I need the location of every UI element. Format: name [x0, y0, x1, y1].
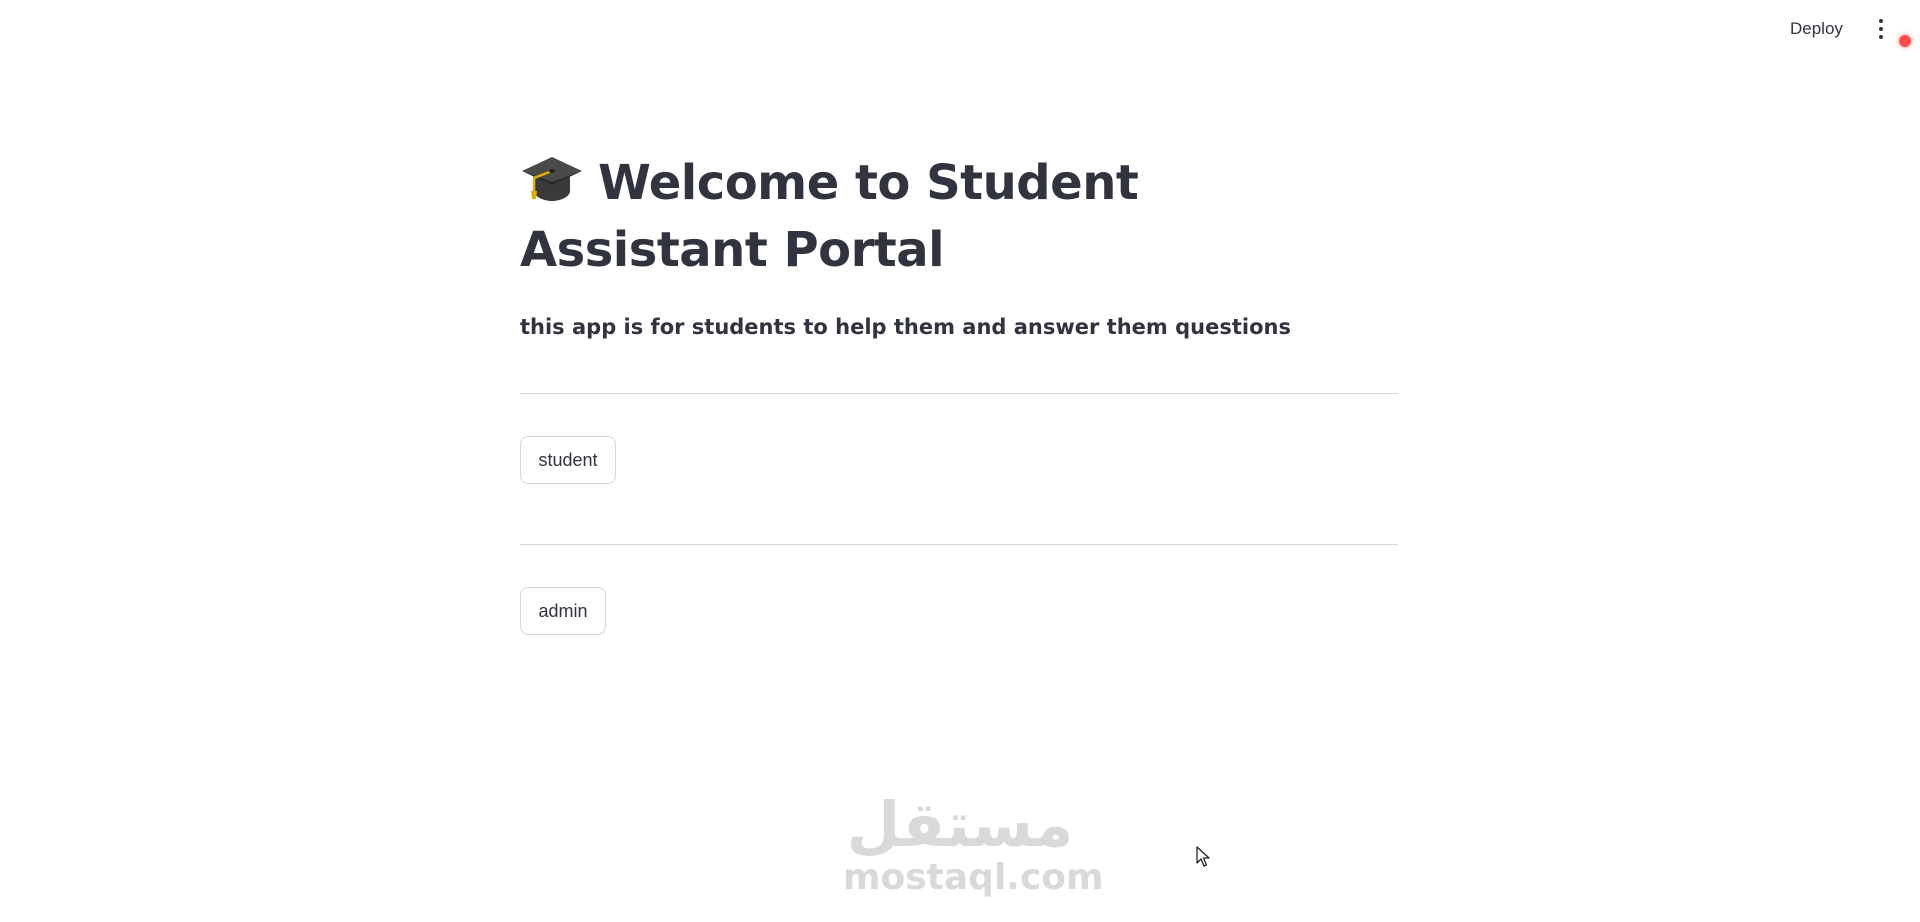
graduation-cap-icon	[522, 157, 582, 201]
main-content: Welcome to Student Assistant Portal this…	[520, 150, 1398, 635]
mouse-cursor-icon	[1196, 846, 1210, 867]
page-title: Welcome to Student Assistant Portal	[520, 150, 1398, 284]
watermark-latin-text: mostaql.com	[843, 857, 1104, 898]
watermark-arabic-text: مستقل	[846, 788, 1074, 861]
divider	[520, 393, 1398, 394]
admin-button[interactable]: admin	[520, 587, 606, 635]
kebab-menu-icon	[1879, 19, 1883, 23]
running-status-indicator	[1899, 35, 1911, 47]
mostaql-watermark: مستقل mostaql.com	[843, 788, 1104, 898]
app-header: Deploy	[0, 0, 1920, 60]
deploy-button[interactable]: Deploy	[1782, 16, 1851, 42]
app-root: Deploy Welcome to Student Assistant Port…	[0, 0, 1920, 922]
app-description: this app is for students to help them an…	[520, 315, 1291, 339]
page-title-text: Welcome to Student Assistant Portal	[520, 155, 1139, 278]
student-button[interactable]: student	[520, 436, 616, 484]
divider	[520, 544, 1398, 545]
main-menu-button[interactable]	[1870, 14, 1892, 44]
